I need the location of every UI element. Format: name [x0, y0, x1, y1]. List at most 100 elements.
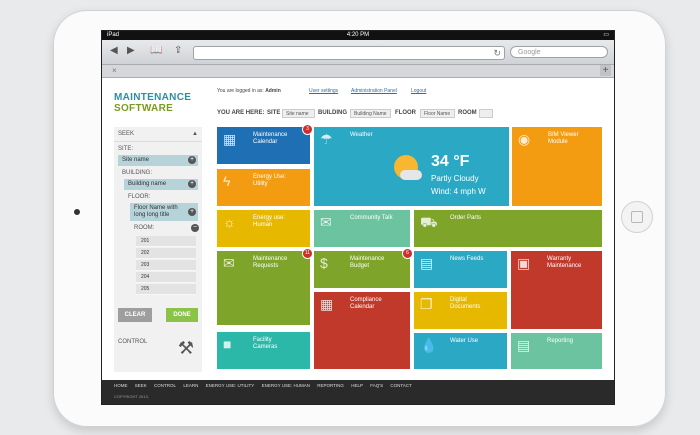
minus-icon[interactable]: − — [191, 224, 199, 232]
breadcrumb-floor[interactable]: Floor Name — [420, 109, 455, 118]
tile-label: Energy Use: Utility — [253, 174, 286, 188]
umbrella-icon: ☂ — [320, 131, 333, 147]
room-item[interactable]: 201 — [136, 236, 196, 247]
tile-label-1: BIM Viewer — [548, 132, 579, 138]
tile-label-2: Budget — [350, 263, 370, 269]
screen: iPad 4:20 PM ▭ ◀ ▶ 📖 ⇪ ↻ Google × + MAIN… — [101, 30, 615, 405]
share-icon[interactable]: ⇪ — [174, 45, 182, 56]
tile-label: Digital Documents — [450, 297, 480, 311]
clear-button[interactable]: CLEAR — [118, 308, 152, 322]
camera-dot — [74, 209, 80, 215]
footer-link-faqs[interactable]: FAQ'S — [370, 383, 383, 388]
tile-label-1: Facility — [253, 337, 272, 343]
done-button[interactable]: DONE — [166, 308, 198, 322]
tile-maintenance-calendar[interactable]: ▦ Maintenance Calendar 3 — [217, 124, 313, 164]
plus-icon[interactable]: + — [188, 208, 196, 216]
lightning-icon: ϟ — [223, 173, 231, 189]
close-tab-icon[interactable]: × — [112, 65, 117, 77]
footer-link-help[interactable]: HELP — [351, 383, 363, 388]
new-tab-button[interactable]: + — [600, 65, 611, 76]
home-button[interactable] — [621, 201, 653, 233]
room-item[interactable]: 205 — [136, 284, 196, 295]
calendar-icon: ▦ — [223, 131, 237, 147]
tile-weather[interactable]: ☂ Weather 34 °F Partly Cloudy Wind: 4 mp… — [314, 127, 509, 206]
back-icon[interactable]: ◀ — [110, 45, 118, 56]
money-icon: $ — [320, 255, 328, 271]
forward-icon[interactable]: ▶ — [127, 45, 135, 56]
login-status: You are logged in as: Admin — [217, 88, 281, 94]
tile-community-talk[interactable]: ✉ Community Talk — [314, 210, 410, 247]
footer-links: HOME SEEK CONTROL LEARN ENERGY USE: UTIL… — [114, 383, 418, 388]
camera-icon: ■ — [223, 336, 232, 352]
page: MAINTENANCE SOFTWARE You are logged in a… — [102, 78, 614, 404]
tile-water-use[interactable]: 💧 Water Use — [414, 333, 507, 369]
url-input[interactable]: ↻ — [193, 46, 505, 60]
tile-label-1: Maintenance — [350, 256, 385, 262]
tile-label: Warranty Maintenance — [547, 256, 581, 270]
admin-panel-link[interactable]: Administration Panel — [351, 88, 397, 94]
floor-label: FLOOR: — [128, 194, 151, 200]
tile-reporting[interactable]: ▤ Reporting — [511, 333, 602, 369]
copyright: COPYRIGHT 2013, — [114, 394, 149, 399]
footer-link-learn[interactable]: LEARN — [183, 383, 198, 388]
tile-energy-utility[interactable]: ϟ Energy Use: Utility — [217, 169, 310, 206]
site-label: SITE: — [118, 146, 134, 152]
plus-icon[interactable]: + — [188, 180, 196, 188]
floor-select[interactable]: Floor Name with long long title + — [130, 203, 198, 221]
certificate-icon: ▣ — [517, 255, 531, 271]
tile-label-2: Calendar — [350, 304, 375, 310]
room-item[interactable]: 203 — [136, 260, 196, 271]
building-select[interactable]: Building name + — [124, 179, 198, 190]
footer-link-control[interactable]: CONTROL — [154, 383, 176, 388]
control-panel[interactable]: CONTROL ⚒ — [114, 334, 202, 370]
footer-link-energy-utility[interactable]: ENERGY USE: UTILITY — [206, 383, 255, 388]
breadcrumb-site[interactable]: Site name — [282, 109, 315, 118]
tile-compliance-calendar[interactable]: ▦ Compliance Calendar — [314, 292, 410, 369]
breadcrumb-floor-label: FLOOR — [395, 110, 416, 116]
collapse-icon[interactable]: ▲ — [192, 127, 198, 141]
user-settings-link[interactable]: User settings — [309, 88, 338, 94]
footer-link-contact[interactable]: CONTACT — [390, 383, 411, 388]
reload-icon[interactable]: ↻ — [493, 47, 501, 59]
site-select[interactable]: Site name + — [118, 155, 198, 166]
bookmarks-icon[interactable]: 📖 — [150, 45, 162, 56]
tile-label-1: Compliance — [350, 297, 382, 303]
logout-link[interactable]: Logout — [411, 88, 426, 94]
tile-label: Weather — [350, 132, 373, 138]
footer-link-seek[interactable]: SEEK — [135, 383, 147, 388]
seek-header[interactable]: SEEK ▲ — [114, 127, 202, 142]
tile-warranty-maintenance[interactable]: ▣ Warranty Maintenance — [511, 251, 602, 329]
room-collapse[interactable]: − — [190, 224, 200, 234]
tile-news-feeds[interactable]: ▤ News Feeds — [414, 251, 507, 288]
notification-badge: 11 — [302, 248, 313, 259]
tile-label-2: Maintenance — [547, 263, 582, 269]
tile-maintenance-budget[interactable]: $ Maintenance Budget 6 — [314, 248, 413, 288]
tile-label: Community Talk — [350, 215, 393, 221]
tile-facility-cameras[interactable]: ■ Facility Cameras — [217, 332, 310, 369]
search-input[interactable]: Google — [510, 46, 608, 58]
room-item[interactable]: 204 — [136, 272, 196, 283]
tile-label-2: Utility — [253, 181, 268, 187]
tile-label: Compliance Calendar — [350, 297, 382, 311]
footer-link-home[interactable]: HOME — [114, 383, 128, 388]
tile-label-1: Energy use: — [253, 215, 286, 221]
tile-label: News Feeds — [450, 256, 484, 262]
tile-energy-human[interactable]: ☼ Energy use: Human — [217, 210, 310, 247]
plus-icon[interactable]: + — [188, 156, 196, 164]
cart-icon: ⛟ — [420, 214, 438, 230]
room-label: ROOM: — [134, 225, 155, 231]
breadcrumb-building[interactable]: Building Name — [350, 109, 391, 118]
clock: 4:20 PM — [346, 32, 370, 38]
footer-link-energy-human[interactable]: ENERGY USE: HUMAN — [262, 383, 310, 388]
room-item[interactable]: 202 — [136, 248, 196, 259]
tile-maintenance-requests[interactable]: ✉ Maintenance Requests 11 — [217, 248, 313, 325]
weather-desc: Partly Cloudy — [431, 174, 479, 183]
breadcrumb-room[interactable] — [479, 109, 493, 118]
tile-order-parts[interactable]: ⛟ Order Parts — [414, 210, 602, 247]
tile-bim-viewer[interactable]: ◉ BIM Viewer Module — [512, 127, 602, 206]
footer-link-reporting[interactable]: REPORTING — [317, 383, 344, 388]
tile-label-1: Maintenance — [253, 256, 288, 262]
tile-label-2: Requests — [253, 263, 279, 269]
tile-digital-documents[interactable]: ❐ Digital Documents — [414, 292, 507, 329]
logo[interactable]: MAINTENANCE SOFTWARE — [114, 92, 191, 114]
